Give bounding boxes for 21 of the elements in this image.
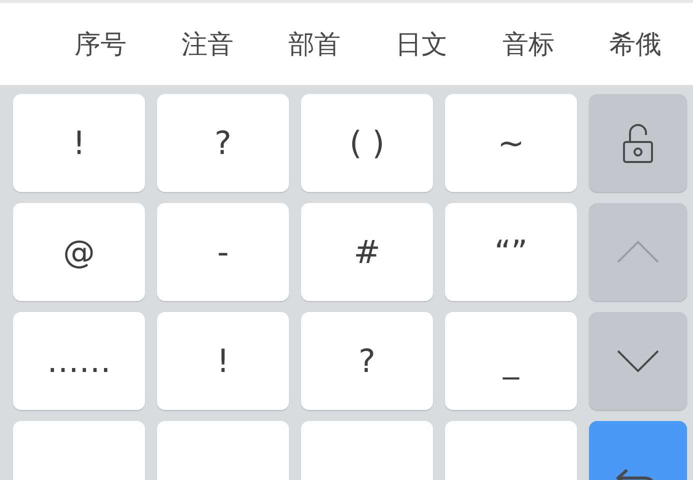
symbol-key[interactable]: # [301,203,433,301]
symbol-key[interactable]: - [157,203,289,301]
lock-key[interactable] [589,94,687,192]
symbol-key[interactable]: @ [13,203,145,301]
symbol-key[interactable]: ! [157,312,289,410]
down-key[interactable] [589,312,687,410]
symbol-key[interactable]: _ [445,312,577,410]
category-tab[interactable]: 注音 [154,3,261,85]
up-key[interactable] [589,203,687,301]
symbol-key[interactable]: ? [301,312,433,410]
symbol-key[interactable]: “” [445,203,577,301]
symbol-key[interactable]: ( ) [301,94,433,192]
category-tab[interactable]: 希俄 [582,3,689,85]
category-tab[interactable]: 序号 [47,3,154,85]
symbol-key[interactable]: ~ [445,94,577,192]
category-tab[interactable]: 部首 [261,3,368,85]
symbol-key[interactable]: …… [13,312,145,410]
category-tab[interactable]: 音标 [475,3,582,85]
category-tab[interactable]: 日文 [368,3,475,85]
symbol-key[interactable]: ? [157,94,289,192]
symbol-key[interactable]: ! [13,94,145,192]
